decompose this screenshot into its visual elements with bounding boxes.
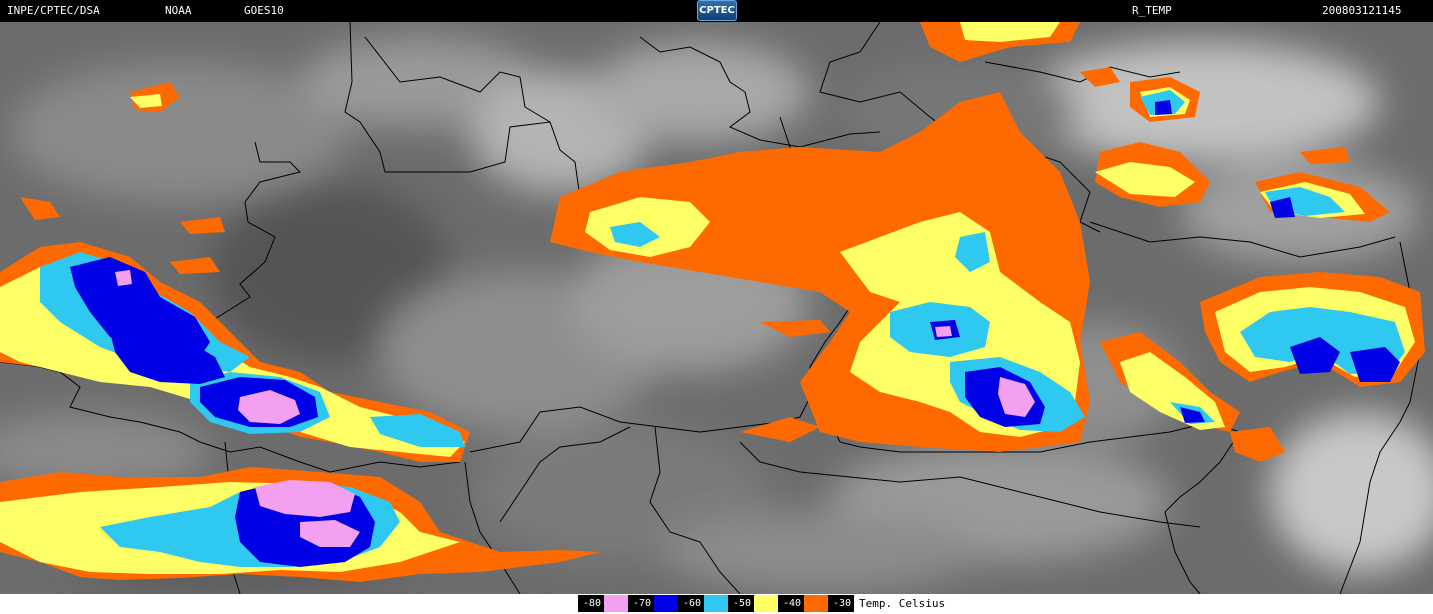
legend-swatch: [754, 595, 778, 612]
header-bar: INPE/CPTEC/DSA NOAA GOES10 CPTEC R_TEMP …: [0, 0, 1433, 22]
legend-swatch: [654, 595, 678, 612]
legend-entry: -50: [728, 595, 778, 612]
map-canvas: [0, 22, 1433, 594]
agency-label: NOAA: [165, 4, 192, 17]
legend-scale: -80 -70 -60 -50 -40 -30 Temp. Celsius: [578, 595, 945, 612]
legend-value: -40: [778, 595, 804, 612]
legend-value: -60: [678, 595, 704, 612]
satellite-image-frame: INPE/CPTEC/DSA NOAA GOES10 CPTEC R_TEMP …: [0, 0, 1433, 614]
legend-value: -30: [828, 595, 854, 612]
legend-value: -70: [628, 595, 654, 612]
source-label: INPE/CPTEC/DSA: [7, 4, 100, 17]
legend-entry: -60: [678, 595, 728, 612]
legend-entry: -30: [828, 595, 854, 612]
legend-value: -80: [578, 595, 604, 612]
datetime-label: 200803121145: [1322, 4, 1402, 17]
product-label: R_TEMP: [1132, 4, 1172, 17]
legend-entry: -40: [778, 595, 828, 612]
satellite-label: GOES10: [244, 4, 284, 17]
legend-swatch: [704, 595, 728, 612]
infrared-map: [0, 22, 1433, 594]
legend-value: -50: [728, 595, 754, 612]
cptec-logo: CPTEC: [697, 0, 737, 21]
legend-entry: -80: [578, 595, 628, 612]
temperature-legend: -80 -70 -60 -50 -40 -30 Temp. Celsius: [0, 594, 1433, 614]
legend-swatch: [804, 595, 828, 612]
legend-entry: -70: [628, 595, 678, 612]
legend-swatch: [604, 595, 628, 612]
legend-unit-label: Temp. Celsius: [859, 597, 946, 610]
